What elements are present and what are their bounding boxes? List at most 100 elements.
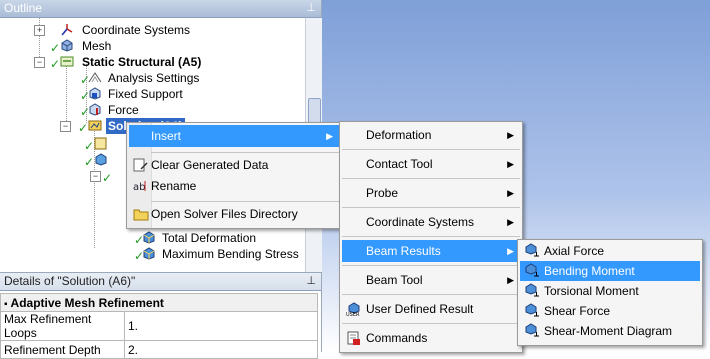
menu-item-torsional-moment[interactable]: Torsional Moment	[520, 281, 700, 301]
menu-item-label: Rename	[151, 179, 197, 193]
details-table: ▪ Adaptive Mesh Refinement Max Refinement…	[0, 293, 318, 359]
property-value[interactable]: 1.	[124, 311, 318, 341]
beam-result-icon	[525, 243, 539, 257]
solution-info-icon	[94, 137, 107, 150]
tree-item-label: Static Structural (A5)	[82, 55, 202, 69]
menu-item-open-solver-files-directory[interactable]: Open Solver Files Directory	[129, 203, 339, 225]
menu-item-rename[interactable]: ab Rename	[129, 175, 339, 197]
tree-item-analysis-settings[interactable]: ✓ Analysis Settings	[80, 70, 302, 87]
menu-item-label: Probe	[366, 186, 399, 200]
result-icon	[95, 153, 107, 166]
menu-item-label: Torsional Moment	[544, 284, 639, 298]
menu-item-beam-results[interactable]: Beam Results ▶	[342, 240, 520, 262]
tree-item-hidden: − ✓	[90, 168, 130, 185]
svg-text:ab: ab	[133, 182, 145, 193]
menu-item-label: Deformation	[366, 128, 432, 142]
tree-item-force[interactable]: ✓ Force	[80, 102, 302, 119]
menu-separator	[151, 152, 339, 153]
outline-header: Outline ⊥	[0, 0, 321, 18]
mesh-icon	[61, 39, 73, 52]
tree-item-static-structural[interactable]: − ✓ Static Structural (A5)	[34, 54, 294, 71]
menu-item-label: User Defined Result	[366, 302, 474, 316]
beam-result-icon	[525, 303, 539, 317]
menu-item-label: Beam Tool	[366, 273, 423, 287]
tree-item-label: Fixed Support	[108, 87, 183, 101]
menu-item-beam-tool[interactable]: Beam Tool ▶	[342, 269, 520, 291]
collapse-icon[interactable]: −	[34, 57, 45, 68]
commands-icon	[347, 331, 360, 345]
menu-item-bending-moment[interactable]: Bending Moment	[520, 261, 700, 281]
check-icon: ✓	[50, 57, 61, 71]
menu-separator	[342, 149, 520, 150]
tree-item-label: Total Deformation	[162, 231, 257, 245]
coordinate-systems-icon	[61, 24, 73, 36]
beam-result-icon	[525, 283, 539, 297]
fixed-support-icon	[89, 87, 101, 100]
expand-icon[interactable]: +	[34, 25, 45, 36]
tree-item-hidden: ✓	[84, 152, 124, 169]
tree-item-maximum-bending-stress[interactable]: ✓ Maximum Bending Stress	[134, 246, 304, 263]
menu-item-user-defined-result[interactable]: USER User Defined Result	[342, 298, 520, 320]
menu-item-axial-force[interactable]: Axial Force	[520, 241, 700, 261]
collapse-icon[interactable]: ▪	[4, 299, 8, 310]
result-icon	[143, 231, 155, 244]
analysis-settings-icon	[88, 72, 102, 83]
clear-data-icon	[133, 158, 148, 172]
outline-title: Outline	[4, 1, 43, 15]
menu-item-label: Open Solver Files Directory	[151, 207, 298, 221]
collapse-icon[interactable]: −	[60, 121, 71, 132]
check-icon: ✓	[78, 121, 89, 135]
tree-item-coordinate-systems[interactable]: + Coordinate Systems	[34, 22, 294, 38]
tree-item-total-deformation[interactable]: ✓ Total Deformation	[134, 230, 304, 247]
force-icon	[89, 103, 101, 116]
pin-icon[interactable]: ⊥	[306, 0, 316, 17]
menu-item-insert[interactable]: Insert ▶	[129, 125, 339, 147]
menu-item-commands[interactable]: Commands	[342, 327, 520, 349]
menu-separator	[342, 178, 520, 179]
tree-item-label: Coordinate Systems	[82, 23, 191, 37]
menu-separator	[342, 236, 520, 237]
tree-item-hidden: ✓	[84, 136, 124, 153]
menu-item-deformation[interactable]: Deformation ▶	[342, 124, 520, 146]
tree-item-mesh[interactable]: ✓ Mesh	[34, 38, 294, 55]
property-name: Refinement Depth	[0, 340, 125, 359]
submenu-arrow-icon: ▶	[507, 217, 514, 227]
insert-submenu: Deformation ▶ Contact Tool ▶ Probe ▶ Coo…	[339, 121, 523, 353]
details-group-row[interactable]: ▪ Adaptive Mesh Refinement	[0, 293, 318, 312]
menu-item-shear-force[interactable]: Shear Force	[520, 301, 700, 321]
menu-separator	[151, 201, 339, 202]
details-title: Details of "Solution (A6)"	[4, 274, 136, 288]
result-icon	[143, 247, 155, 260]
property-value[interactable]: 2.	[124, 340, 318, 359]
submenu-arrow-icon: ▶	[326, 131, 333, 141]
submenu-arrow-icon: ▶	[507, 188, 514, 198]
svg-text:USER: USER	[346, 312, 360, 316]
menu-item-label: Axial Force	[544, 244, 605, 258]
menu-item-coordinate-systems[interactable]: Coordinate Systems ▶	[342, 211, 520, 233]
menu-separator	[342, 323, 520, 324]
details-row[interactable]: Max Refinement Loops 1.	[0, 311, 318, 341]
property-name: Max Refinement Loops	[0, 311, 125, 341]
details-row[interactable]: Refinement Depth 2.	[0, 340, 318, 359]
menu-item-label: Shear Force	[544, 304, 611, 318]
rename-icon: ab	[133, 181, 146, 193]
submenu-arrow-icon: ▶	[507, 130, 514, 140]
menu-item-probe[interactable]: Probe ▶	[342, 182, 520, 204]
tree-item-label: Mesh	[82, 39, 112, 53]
menu-item-shear-moment-diagram[interactable]: Shear-Moment Diagram	[520, 321, 700, 341]
static-structural-icon	[60, 56, 74, 67]
menu-item-label: Contact Tool	[366, 157, 433, 171]
tree-item-label: Analysis Settings	[108, 71, 200, 85]
tree-item-fixed-support[interactable]: ✓ Fixed Support	[80, 86, 302, 103]
group-label: Adaptive Mesh Refinement	[10, 295, 164, 310]
submenu-arrow-icon: ▶	[507, 275, 514, 285]
menu-item-label: Bending Moment	[544, 264, 635, 278]
collapse-icon[interactable]: −	[90, 171, 101, 182]
menu-item-contact-tool[interactable]: Contact Tool ▶	[342, 153, 520, 175]
context-menu: Insert ▶ Clear Generated Data ab Rename …	[126, 122, 342, 229]
menu-item-clear-generated-data[interactable]: Clear Generated Data	[129, 154, 339, 176]
menu-separator	[342, 294, 520, 295]
menu-item-label: Commands	[366, 331, 428, 345]
pin-icon[interactable]: ⊥	[306, 273, 316, 290]
submenu-arrow-icon: ▶	[507, 159, 514, 169]
